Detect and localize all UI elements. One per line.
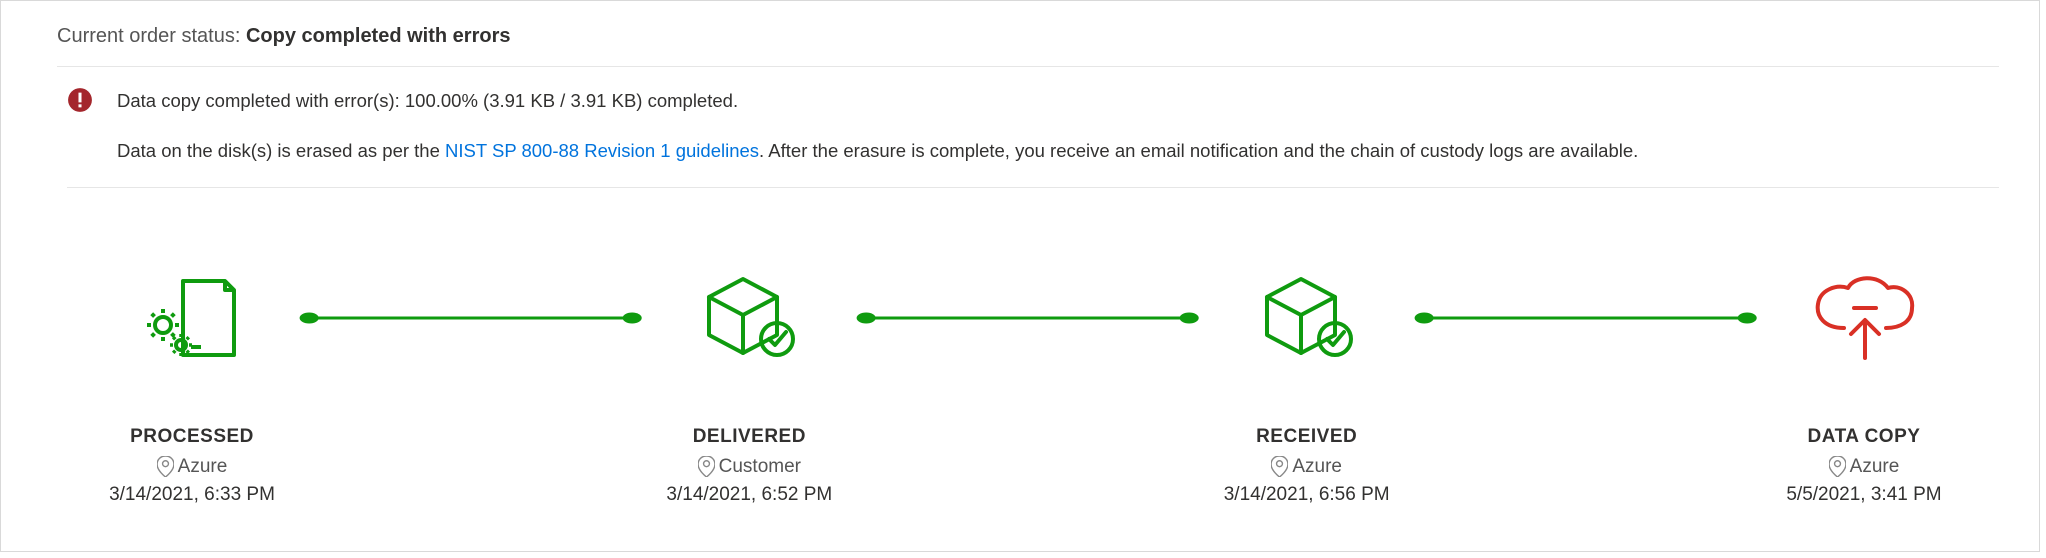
alert-text-block: Data copy completed with error(s): 100.0… [117,87,1638,169]
order-timeline: PROCESSED Azure 3/14/2021, 6:33 PM [57,188,1999,506]
stage-location-row: Customer [654,456,844,478]
stage-processed: PROCESSED Azure 3/14/2021, 6:33 PM [97,268,287,506]
order-status-card: Current order status: Copy completed wit… [0,0,2040,552]
status-value: Copy completed with errors [246,25,511,47]
completion-alert: Data copy completed with error(s): 100.0… [67,67,1999,188]
stage-timestamp: 3/14/2021, 6:52 PM [654,484,844,506]
processed-icon [97,268,287,368]
stage-received: RECEIVED Azure 3/14/2021, 6:56 PM [1212,268,1402,506]
nist-guidelines-link[interactable]: NIST SP 800-88 Revision 1 guidelines [445,140,759,161]
delivered-icon [654,268,844,368]
stage-timestamp: 3/14/2021, 6:56 PM [1212,484,1402,506]
stage-location: Azure [178,456,228,478]
location-pin-icon [698,456,715,477]
alert-line-2: Data on the disk(s) is erased as per the… [117,137,1638,165]
stage-location-row: Azure [1212,456,1402,478]
stage-location: Azure [1292,456,1342,478]
error-badge-icon [67,87,117,113]
received-icon [1212,268,1402,368]
stage-datacopy: DATA COPY Azure 5/5/2021, 3:41 PM [1769,268,1959,506]
location-pin-icon [1271,456,1288,477]
location-pin-icon [1829,456,1846,477]
stage-location-row: Azure [1769,456,1959,478]
datacopy-cloud-upload-icon [1769,268,1959,368]
order-status-header: Current order status: Copy completed wit… [57,25,1999,67]
stage-label: RECEIVED [1212,426,1402,448]
stage-label: DATA COPY [1769,426,1959,448]
stage-timestamp: 3/14/2021, 6:33 PM [97,484,287,506]
stage-label: DELIVERED [654,426,844,448]
stage-location-row: Azure [97,456,287,478]
stage-timestamp: 5/5/2021, 3:41 PM [1769,484,1959,506]
location-pin-icon [157,456,174,477]
status-label: Current order status: [57,25,240,47]
timeline-connector [844,268,1211,368]
stage-label: PROCESSED [97,426,287,448]
stage-delivered: DELIVERED Customer 3/14/2021, 6:52 PM [654,268,844,506]
timeline-connector [1402,268,1769,368]
stage-location: Azure [1850,456,1900,478]
timeline-connector [287,268,654,368]
alert-line-1: Data copy completed with error(s): 100.0… [117,87,1638,115]
stage-location: Customer [719,456,801,478]
